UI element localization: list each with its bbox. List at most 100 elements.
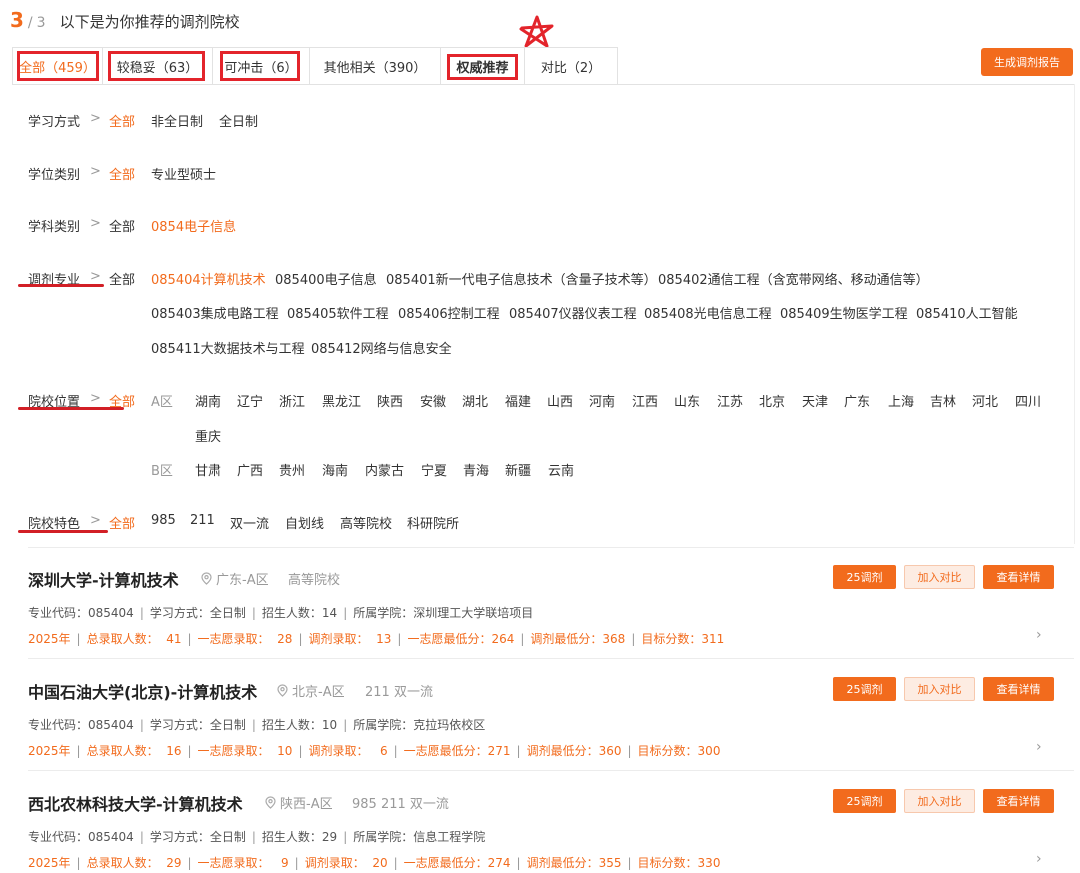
filter-option[interactable]: 辽宁	[237, 391, 263, 410]
filter-label: 学科类别	[28, 220, 81, 235]
step-current: 3	[10, 8, 24, 32]
view-detail-button[interactable]: 查看详情	[983, 677, 1054, 701]
filter-option[interactable]: 085405软件工程	[287, 303, 389, 322]
filter-option[interactable]: 上海	[888, 391, 914, 410]
add-compare-button[interactable]: 加入对比	[904, 565, 975, 589]
tab-all[interactable]: 全部（459）	[12, 47, 103, 85]
tab-safe[interactable]: 较稳妥（63）	[102, 47, 213, 85]
school-tags: 高等院校	[288, 573, 341, 588]
filter-option[interactable]: 0854电子信息	[151, 216, 236, 235]
stat-item: 一志愿最低分：264	[407, 632, 515, 646]
tab-other[interactable]: 其他相关（390）	[309, 47, 441, 85]
tab-reach[interactable]: 可冲击（6）	[212, 47, 310, 85]
filter-option[interactable]: 085408光电信息工程	[644, 303, 772, 322]
tab-authority[interactable]: 权威推荐	[440, 47, 525, 85]
filter-option[interactable]: 高等院校	[340, 513, 392, 532]
filter-option[interactable]: 专业型硕士	[151, 164, 216, 183]
filter-option[interactable]: 湖北	[462, 391, 488, 410]
school-location: 北京-A区	[276, 681, 345, 700]
add-compare-button[interactable]: 加入对比	[904, 677, 975, 701]
filter-option[interactable]: 河南	[589, 391, 615, 410]
adjust-2025-button[interactable]: 25调剂	[833, 565, 896, 589]
separator: |	[627, 856, 632, 870]
filter-option[interactable]: 天津	[802, 391, 828, 410]
filter-option[interactable]: 福建	[505, 391, 531, 410]
filter-option[interactable]: 湖南	[195, 391, 221, 410]
filter-option[interactable]: 211	[190, 513, 215, 528]
filter-option[interactable]: 085406控制工程	[398, 303, 500, 322]
filter-option[interactable]: 全日制	[219, 111, 258, 130]
filter-option[interactable]: 内蒙古	[365, 460, 404, 479]
filter-option[interactable]: 黑龙江	[322, 391, 361, 410]
filter-option[interactable]: 085404计算机技术	[151, 269, 266, 288]
view-detail-button[interactable]: 查看详情	[983, 565, 1054, 589]
filter-option[interactable]: 全部	[109, 513, 135, 532]
school-title[interactable]: 中国石油大学(北京)-计算机技术	[28, 679, 257, 703]
filter-option[interactable]: 085407仪器仪表工程	[509, 303, 637, 322]
filter-option[interactable]: 全部	[109, 269, 135, 288]
filter-option[interactable]: 浙江	[279, 391, 305, 410]
filter-option[interactable]: 085402通信工程（含宽带网络、移动通信等）	[658, 269, 929, 288]
filter-option[interactable]: 四川	[1015, 391, 1041, 410]
filter-option[interactable]: 085403集成电路工程	[151, 303, 279, 322]
filter-option[interactable]: 985	[151, 513, 176, 528]
filter-option[interactable]: 085401新一代电子信息技术（含量子技术等）	[386, 269, 657, 288]
admission-stats: 2025年 | 总录取人数： 16 | 一志愿录取： 10 | 调剂录取： 6 | 一志愿最低分…	[28, 742, 720, 759]
chevron-right-icon[interactable]: ›	[1036, 627, 1042, 643]
info-item: 招生人数：10	[261, 718, 338, 732]
filter-option[interactable]: 吉林	[930, 391, 956, 410]
school-tags: 211 双一流	[365, 685, 433, 700]
filter-option[interactable]: 甘肃	[195, 460, 221, 479]
filter-option[interactable]: 山西	[547, 391, 573, 410]
filter-option[interactable]: 科研院所	[407, 513, 459, 532]
filter-option[interactable]: 宁夏	[421, 460, 447, 479]
filter-option[interactable]: 085412网络与信息安全	[311, 338, 452, 357]
filter-option[interactable]: 江西	[632, 391, 658, 410]
filter-option[interactable]: 青海	[463, 460, 489, 479]
filter-option[interactable]: 新疆	[505, 460, 531, 479]
filter-option[interactable]: 全部	[109, 216, 135, 235]
stat-item: 调剂最低分：355	[526, 856, 622, 870]
separator: |	[397, 632, 402, 646]
school-location: 广东-A区	[200, 569, 269, 588]
filter-option[interactable]: 海南	[322, 460, 348, 479]
filter-option[interactable]: 北京	[759, 391, 785, 410]
generate-report-button[interactable]: 生成调剂报告	[981, 48, 1073, 76]
filter-option[interactable]: 重庆	[195, 426, 221, 445]
filter-option[interactable]: 085410人工智能	[916, 303, 1018, 322]
filter-option[interactable]: 广西	[237, 460, 263, 479]
filter-option[interactable]: 自划线	[285, 513, 324, 532]
filter-option[interactable]: 云南	[548, 460, 574, 479]
tab-compare[interactable]: 对比（2）	[524, 47, 618, 85]
filter-option[interactable]: 双一流	[230, 513, 269, 532]
filter-option[interactable]: 陕西	[377, 391, 403, 410]
location-pin-icon	[265, 795, 276, 809]
filter-option[interactable]: 安徽	[420, 391, 446, 410]
filter-option[interactable]: 085400电子信息	[275, 269, 377, 288]
filter-option[interactable]: 全部	[109, 164, 135, 183]
adjust-2025-button[interactable]: 25调剂	[833, 789, 896, 813]
location-pin-icon	[277, 683, 288, 697]
school-title[interactable]: 西北农林科技大学-计算机技术	[28, 791, 243, 815]
chevron-right-icon[interactable]: ›	[1036, 739, 1042, 755]
school-title[interactable]: 深圳大学-计算机技术	[28, 567, 179, 591]
filter-option[interactable]: 山东	[674, 391, 700, 410]
info-item: 所属学院：深圳理工大学联培项目	[353, 606, 534, 620]
info-item: 所属学院：信息工程学院	[353, 830, 486, 844]
filter-option[interactable]: 河北	[972, 391, 998, 410]
stat-item: 2025年	[28, 744, 71, 758]
chevron-right-icon[interactable]: ›	[1036, 851, 1042, 867]
filter-option[interactable]: 085409生物医学工程	[780, 303, 908, 322]
add-compare-button[interactable]: 加入对比	[904, 789, 975, 813]
filter-option[interactable]: 非全日制	[151, 111, 203, 130]
separator: |	[251, 606, 256, 620]
view-detail-button[interactable]: 查看详情	[983, 789, 1054, 813]
filter-option[interactable]: 江苏	[717, 391, 743, 410]
filter-option[interactable]: 全部	[109, 111, 135, 130]
separator: |	[631, 632, 636, 646]
info-item: 所属学院：克拉玛依校区	[353, 718, 486, 732]
filter-option[interactable]: 广东	[844, 391, 870, 410]
filter-option[interactable]: 贵州	[279, 460, 305, 479]
adjust-2025-button[interactable]: 25调剂	[833, 677, 896, 701]
filter-option[interactable]: 085411大数据技术与工程	[151, 338, 305, 357]
